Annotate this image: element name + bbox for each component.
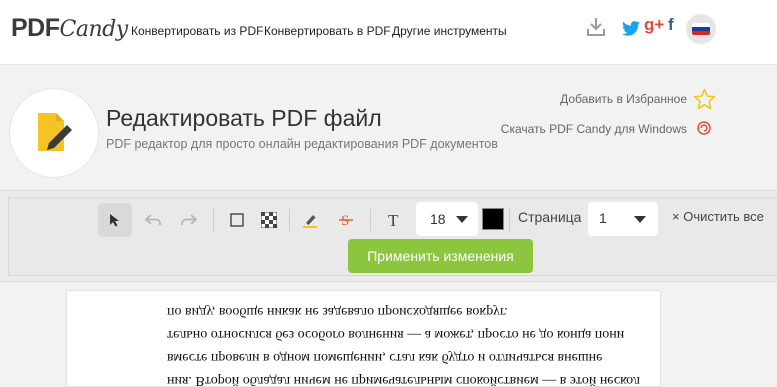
highlight-tool-button[interactable] bbox=[293, 203, 327, 237]
highlighter-icon bbox=[303, 215, 317, 228]
edit-pdf-icon bbox=[38, 113, 72, 151]
chevron-down-icon bbox=[456, 216, 468, 223]
nav-convert-to-pdf[interactable]: Конвертировать в PDF bbox=[264, 24, 391, 38]
text-tool-button[interactable]: T bbox=[377, 203, 411, 237]
download-windows-link[interactable]: Скачать PDF Candy для Windows bbox=[501, 122, 687, 136]
checkerboard-icon bbox=[261, 212, 277, 228]
rectangle-tool-button[interactable] bbox=[220, 203, 254, 237]
svg-text:T: T bbox=[388, 212, 399, 228]
toolbar-separator bbox=[213, 209, 214, 231]
candy-spiral-icon[interactable] bbox=[697, 121, 711, 135]
cursor-icon bbox=[110, 214, 119, 227]
toolbar-separator bbox=[289, 209, 290, 231]
clear-all-button[interactable]: × Очистить все bbox=[672, 209, 764, 224]
language-selector[interactable] bbox=[686, 14, 716, 44]
page-label: Страница bbox=[518, 209, 582, 225]
star-icon[interactable] bbox=[693, 88, 716, 110]
redo-button[interactable] bbox=[172, 203, 206, 237]
redo-icon bbox=[181, 214, 197, 225]
download-icon[interactable] bbox=[587, 17, 605, 37]
page-select-value: 1 bbox=[599, 210, 607, 226]
pdf-page-preview[interactable]: по виду, вообще никак не задевало происх… bbox=[66, 290, 661, 387]
page-select[interactable]: 1 bbox=[588, 202, 658, 236]
tool-icon-circle bbox=[9, 88, 99, 178]
top-navbar: PDFCandy Конвертировать из PDF Конвертир… bbox=[0, 0, 777, 65]
logo[interactable]: PDFCandy bbox=[11, 14, 128, 43]
text-color-swatch[interactable] bbox=[482, 208, 504, 230]
apply-changes-button[interactable]: Применить изменения bbox=[348, 239, 533, 273]
whiteout-tool-button[interactable] bbox=[252, 203, 286, 237]
nav-convert-from-pdf[interactable]: Конвертировать из PDF bbox=[131, 24, 263, 38]
rectangle-icon bbox=[230, 213, 244, 227]
document-line: вместе провели в одном помещении, стал к… bbox=[167, 350, 603, 365]
document-line: тельно относился без особого волнения — … bbox=[167, 327, 625, 342]
nav-other-tools[interactable]: Другие инструменты bbox=[392, 24, 507, 38]
page-title: Редактировать PDF файл bbox=[106, 105, 382, 131]
font-size-select[interactable]: 18 bbox=[416, 202, 478, 236]
text-icon: T bbox=[388, 212, 399, 228]
font-size-value: 18 bbox=[430, 211, 446, 227]
strikethrough-tool-button[interactable]: S bbox=[329, 203, 363, 237]
undo-button[interactable] bbox=[136, 203, 170, 237]
twitter-icon[interactable] bbox=[622, 21, 640, 36]
google-plus-icon[interactable]: g+ bbox=[644, 15, 664, 35]
russian-flag-icon bbox=[692, 23, 710, 35]
undo-icon bbox=[145, 214, 161, 225]
toolbar-separator bbox=[509, 209, 510, 231]
document-line: по виду, вообще никак не задевало происх… bbox=[167, 304, 508, 319]
toolbar-separator bbox=[370, 209, 371, 231]
chevron-down-icon bbox=[634, 216, 646, 223]
page-subtitle: PDF редактор для просто онлайн редактиро… bbox=[106, 137, 498, 151]
add-to-favorites-link[interactable]: Добавить в Избранное bbox=[560, 92, 687, 106]
strikethrough-icon: S bbox=[339, 213, 353, 228]
select-tool-button[interactable] bbox=[98, 203, 132, 237]
facebook-icon[interactable]: f bbox=[668, 15, 674, 35]
